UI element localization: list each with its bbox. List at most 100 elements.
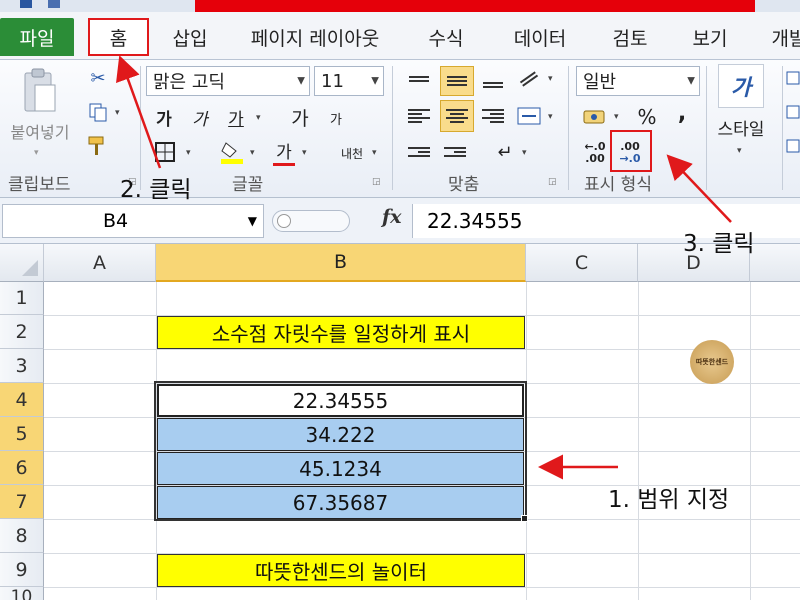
chevron-down-icon: ▼ — [687, 75, 695, 87]
tab-data[interactable]: 데이터 — [500, 18, 580, 56]
font-name-select[interactable]: 맑은 고딕 ▼ — [146, 66, 310, 96]
column-header-a[interactable]: A — [44, 244, 156, 282]
tab-developer[interactable]: 개발 — [764, 18, 800, 56]
copy-dropdown-icon[interactable]: ▾ — [115, 108, 120, 118]
comma-style-button[interactable]: , — [670, 100, 694, 126]
row-header-2[interactable]: 2 — [0, 315, 44, 349]
column-header-c[interactable]: C — [526, 244, 638, 282]
tab-insert[interactable]: 삽입 — [160, 18, 220, 56]
wrap-dropdown-icon[interactable]: ▾ — [522, 148, 527, 158]
excel-app-icon — [20, 0, 32, 8]
italic-button[interactable]: 가 — [186, 104, 214, 130]
handle-knob — [277, 214, 291, 228]
font-launcher-icon[interactable]: ◲ — [372, 177, 381, 187]
font-name-value: 맑은 고딕 — [153, 72, 225, 93]
merge-center-icon[interactable] — [514, 102, 544, 130]
row-header-7[interactable]: 7 — [0, 485, 44, 519]
font-group-label: 글꼴 — [232, 175, 264, 195]
font-color-glyph: 가 — [276, 143, 292, 163]
tab-formulas[interactable]: 수식 — [415, 18, 477, 56]
align-left-icon[interactable] — [404, 102, 434, 130]
format-cells-icon[interactable] — [786, 136, 800, 156]
row-header-10[interactable]: 10 — [0, 587, 44, 600]
font-size-select[interactable]: 11 ▼ — [314, 66, 384, 96]
accounting-format-icon[interactable] — [580, 104, 610, 130]
font-color-button[interactable]: 가 — [270, 138, 298, 166]
delete-cells-icon[interactable] — [786, 102, 800, 122]
fill-color-dropdown-icon[interactable]: ▾ — [250, 148, 255, 158]
cut-icon[interactable]: ✂ — [86, 66, 110, 90]
row-header-9[interactable]: 9 — [0, 553, 44, 587]
column-header-b[interactable]: B — [156, 244, 526, 282]
styles-button[interactable]: 스타일 — [708, 114, 774, 140]
shrink-font-button[interactable]: 가 — [324, 106, 348, 130]
annotation-step-2: 2. 클릭 — [120, 177, 192, 203]
row-header-4[interactable]: 4 — [0, 383, 44, 417]
tab-file[interactable]: 파일 — [0, 18, 74, 56]
decrease-decimal-button[interactable]: ←.0 .00 — [580, 138, 610, 168]
save-icon[interactable] — [48, 0, 60, 8]
align-right-icon[interactable] — [478, 102, 508, 130]
accounting-dropdown-icon[interactable]: ▾ — [614, 112, 619, 122]
gridline — [44, 587, 800, 588]
tab-review[interactable]: 검토 — [602, 18, 658, 56]
phonetic-dropdown-icon[interactable]: ▾ — [372, 148, 377, 158]
borders-dropdown-icon[interactable]: ▾ — [186, 148, 191, 158]
formula-bar-resize-handle[interactable] — [272, 210, 350, 232]
cell-b2-title[interactable]: 소수점 자릿수를 일정하게 표시 — [157, 316, 525, 349]
row-header-3[interactable]: 3 — [0, 349, 44, 383]
row-header-5[interactable]: 5 — [0, 417, 44, 451]
align-center-icon[interactable] — [440, 100, 474, 132]
name-box[interactable]: B4 ▼ — [2, 204, 264, 238]
styles-dropdown-icon[interactable]: ▾ — [737, 146, 742, 156]
merge-dropdown-icon[interactable]: ▾ — [548, 112, 553, 122]
row-header-1[interactable]: 1 — [0, 282, 44, 315]
format-painter-icon[interactable] — [86, 134, 110, 158]
fill-handle[interactable] — [521, 515, 528, 522]
alignment-launcher-icon[interactable]: ◲ — [548, 177, 557, 187]
number-format-select[interactable]: 일반 ▼ — [576, 66, 700, 96]
percent-style-button[interactable]: % — [632, 104, 662, 130]
tab-view[interactable]: 보기 — [680, 18, 740, 56]
align-bottom-icon[interactable] — [478, 68, 508, 94]
bold-button[interactable]: 가 — [150, 104, 178, 130]
wrap-text-icon[interactable]: ↵ — [490, 138, 520, 166]
styles-icon[interactable]: 가 — [718, 64, 764, 108]
paste-icon[interactable] — [8, 64, 70, 118]
paste-button[interactable]: 붙여넣기 — [2, 120, 78, 142]
font-size-value: 11 — [321, 70, 344, 92]
orientation-dropdown-icon[interactable]: ▾ — [548, 74, 553, 84]
underline-dropdown-icon[interactable]: ▾ — [256, 113, 261, 123]
align-top-icon[interactable] — [404, 66, 434, 92]
row-header-8[interactable]: 8 — [0, 519, 44, 553]
align-middle-icon[interactable] — [440, 66, 474, 96]
text-orientation-icon[interactable] — [514, 66, 544, 92]
group-divider — [706, 66, 707, 190]
insert-cells-icon[interactable] — [786, 68, 800, 88]
insert-function-icon[interactable]: fx — [382, 206, 402, 228]
underline-button[interactable]: 가 — [222, 104, 250, 130]
paste-dropdown-icon[interactable]: ▾ — [34, 148, 39, 158]
copy-icon[interactable] — [86, 100, 110, 124]
decrease-indent-icon[interactable] — [404, 138, 434, 166]
font-color-dropdown-icon[interactable]: ▾ — [302, 148, 307, 158]
column-header-e[interactable] — [750, 244, 800, 282]
grow-font-button[interactable]: 가 — [286, 104, 314, 130]
annotation-step-3: 3. 클릭 — [683, 231, 755, 257]
group-divider — [782, 66, 783, 190]
fill-color-icon[interactable] — [218, 138, 246, 166]
row-header-6[interactable]: 6 — [0, 451, 44, 485]
borders-icon[interactable] — [150, 138, 180, 166]
title-bar-banner — [195, 0, 755, 12]
tab-home[interactable]: 홈 — [88, 18, 149, 56]
cell-b9-footer[interactable]: 따뜻한센드의 놀이터 — [157, 554, 525, 587]
select-all-corner[interactable] — [0, 244, 44, 282]
tab-page-layout[interactable]: 페이지 레이아웃 — [240, 18, 390, 56]
increase-indent-icon[interactable] — [440, 138, 470, 166]
alignment-group-label: 맞춤 — [448, 175, 480, 195]
phonetic-guide-button[interactable]: 내천 — [334, 140, 370, 166]
chevron-down-icon[interactable]: ▼ — [248, 214, 257, 228]
clipboard-group-label: 클립보드 — [8, 175, 71, 195]
font-color-swatch — [273, 163, 295, 166]
group-divider — [568, 66, 569, 190]
